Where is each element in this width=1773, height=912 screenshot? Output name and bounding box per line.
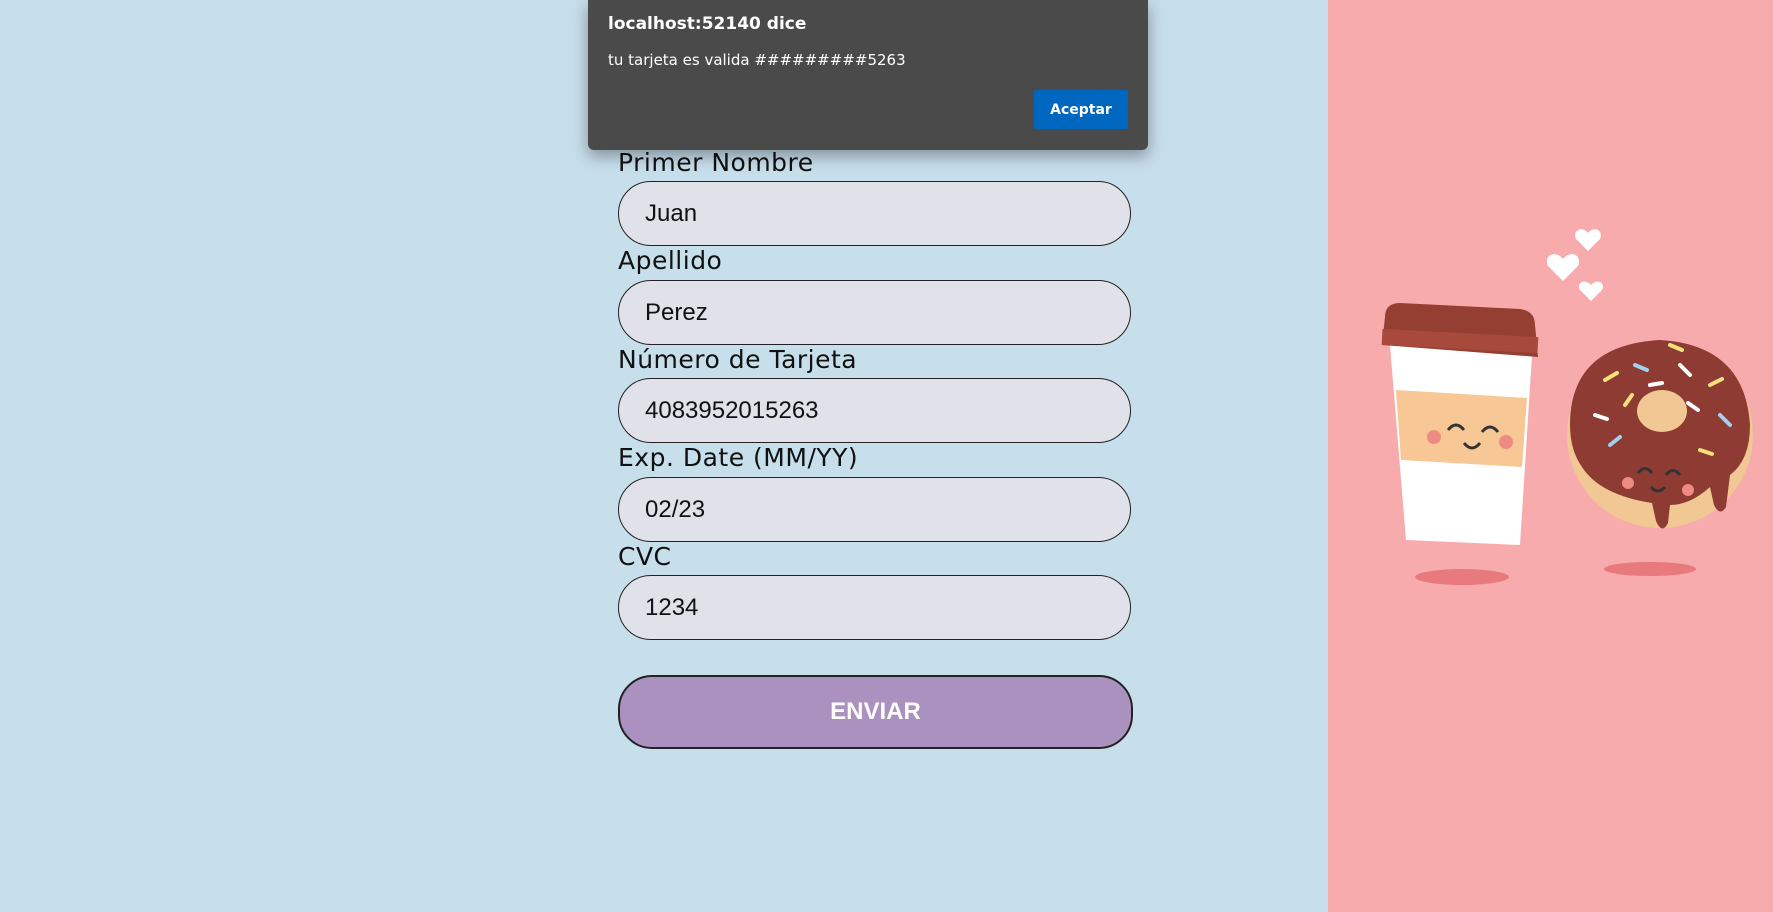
first-name-input[interactable]	[618, 181, 1131, 246]
cvc-input[interactable]	[618, 575, 1131, 640]
exp-date-input[interactable]	[618, 477, 1131, 542]
hearts-icon	[1546, 229, 1603, 301]
alert-dialog: localhost:52140 dice tu tarjeta es valid…	[588, 0, 1148, 150]
card-number-label: Número de Tarjeta	[618, 345, 858, 374]
coffee-donut-svg	[1381, 229, 1753, 585]
first-name-label: Primer Nombre	[618, 148, 814, 177]
submit-button[interactable]: ENVIAR	[618, 675, 1133, 749]
cvc-label: CVC	[618, 542, 672, 571]
coffee-and-donut-illustration	[1370, 205, 1770, 609]
last-name-input[interactable]	[618, 280, 1131, 345]
last-name-label: Apellido	[618, 246, 723, 275]
coffee-cup-icon	[1381, 303, 1539, 545]
dialog-message: tu tarjeta es valida #########5263	[608, 51, 906, 69]
dialog-title: localhost:52140 dice	[608, 14, 807, 34]
accept-button[interactable]: Aceptar	[1034, 90, 1128, 129]
exp-date-label: Exp. Date (MM/YY)	[618, 443, 859, 472]
donut-icon	[1567, 340, 1753, 529]
card-number-input[interactable]	[618, 378, 1131, 443]
